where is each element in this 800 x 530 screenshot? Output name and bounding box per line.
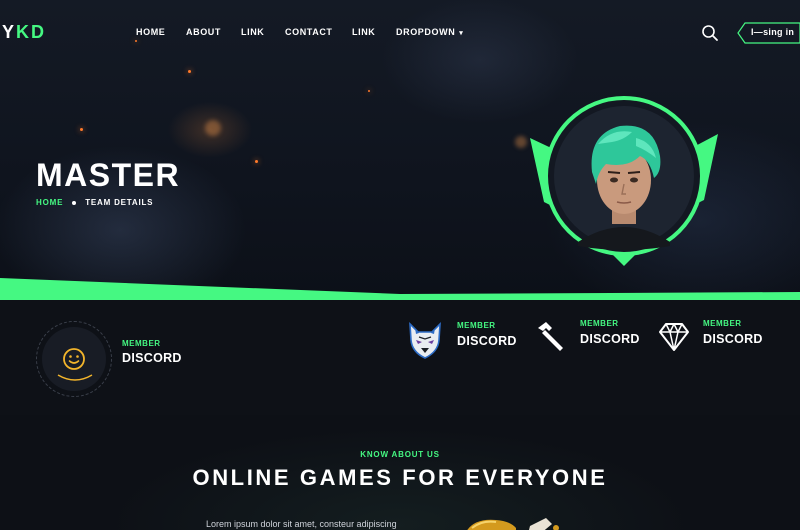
nav-home[interactable]: HOME xyxy=(136,27,165,37)
stat-primary-label: MEMBER xyxy=(122,339,161,348)
logo-text-left: Y xyxy=(2,22,17,42)
ember-particle xyxy=(188,70,191,73)
ember-particle xyxy=(80,128,83,131)
stat-label: MEMBER xyxy=(457,321,496,330)
logo-text-right: KD xyxy=(16,22,47,42)
search-icon[interactable] xyxy=(701,24,719,42)
ember-particle xyxy=(255,160,258,163)
site-logo[interactable]: YKD xyxy=(2,22,46,43)
smile-underline xyxy=(57,374,93,381)
sign-in-label: I—sing in xyxy=(751,27,795,37)
player-avatar xyxy=(530,96,718,266)
nav-dropdown[interactable]: DROPDOWN ▾ xyxy=(396,27,463,37)
stat-value: DISCORD xyxy=(580,332,640,346)
stat-value: DISCORD xyxy=(457,334,517,348)
page: YKD HOME ABOUT LINK CONTACT LINK DROPDOW… xyxy=(0,0,800,530)
nav-dropdown-label: DROPDOWN xyxy=(396,27,456,37)
nav-link-1[interactable]: LINK xyxy=(241,27,264,37)
smiley-icon xyxy=(63,348,85,370)
page-title: MASTER xyxy=(36,157,181,193)
glow-particle xyxy=(515,136,527,148)
breadcrumb: HOME TEAM DETAILS xyxy=(36,198,153,207)
wolf-icon xyxy=(409,321,441,359)
stat-value: DISCORD xyxy=(703,332,763,346)
ember-particle xyxy=(368,90,370,92)
about-text: Lorem ipsum dolor sit amet, consteur adi… xyxy=(206,519,397,529)
glow-particle xyxy=(205,120,221,136)
hammer-icon xyxy=(538,322,563,351)
stat-label: MEMBER xyxy=(580,319,619,328)
breadcrumb-home[interactable]: HOME xyxy=(36,198,63,207)
sign-in-button[interactable]: I—sing in xyxy=(737,22,800,44)
stat-primary-badge xyxy=(36,321,112,397)
stats-section xyxy=(0,300,800,415)
ember-particle xyxy=(135,40,137,42)
breadcrumb-current: TEAM DETAILS xyxy=(85,198,154,207)
stat-label: MEMBER xyxy=(703,319,742,328)
stat-primary-value: DISCORD xyxy=(122,351,182,365)
about-kicker: KNOW ABOUT US xyxy=(360,450,440,459)
caret-down-icon: ▾ xyxy=(459,30,464,37)
nav-link-2[interactable]: LINK xyxy=(352,27,375,37)
treasure-image xyxy=(467,518,559,530)
nav-about[interactable]: ABOUT xyxy=(186,27,221,37)
diamond-icon xyxy=(659,323,689,351)
about-title: ONLINE GAMES FOR EVERYONE xyxy=(192,465,608,490)
nav-contact[interactable]: CONTACT xyxy=(285,27,333,37)
breadcrumb-separator xyxy=(72,200,77,205)
